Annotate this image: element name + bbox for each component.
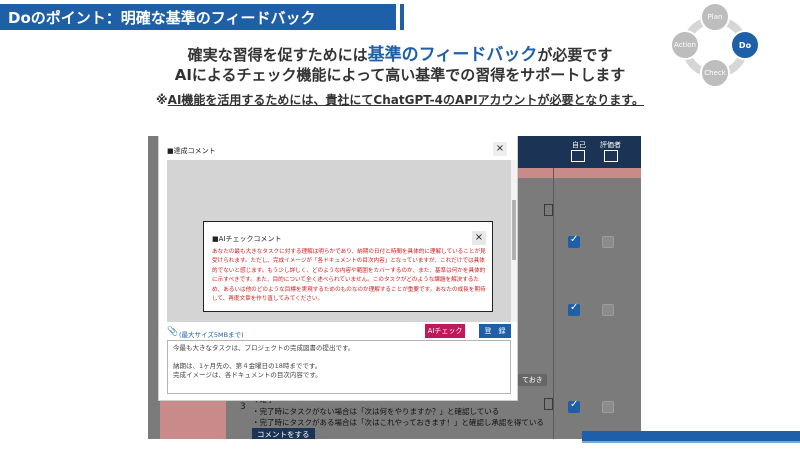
self-check-checkbox[interactable] bbox=[568, 302, 580, 316]
background-button[interactable]: ておき bbox=[518, 374, 547, 386]
app-screenshot: 自己 評価者 ておき 3 く確学 ・完了時にタスクがない場合は「次は何をやります… bbox=[148, 136, 641, 439]
column-evaluator-checkbox[interactable] bbox=[604, 150, 618, 162]
comment-button[interactable]: コメントをする bbox=[252, 428, 315, 439]
api-note: ※AI機能を活用するためには、貴社にてChatGPT-4のAPIアカウントが必要… bbox=[140, 91, 660, 108]
ai-popup-title: ■AIチェックコメント bbox=[212, 235, 282, 243]
modal-scrollbar[interactable] bbox=[511, 160, 517, 322]
ai-check-popup: ■AIチェックコメント × あなたの最も大きなタスクに対する理解は明らかであり、… bbox=[203, 221, 493, 312]
cycle-node-plan: Plan bbox=[700, 2, 730, 32]
scrollbar-thumb[interactable] bbox=[512, 200, 516, 260]
cycle-node-do: Do bbox=[730, 30, 760, 60]
comment-textarea[interactable]: 今最も大きなタスクは、プロジェクトの完成図書の提出です。 納期は、1ヶ月先の、第… bbox=[167, 340, 511, 394]
row-number: 3 bbox=[240, 402, 246, 412]
note-mark: ※ bbox=[156, 93, 168, 107]
modal-title: ■達成コメント bbox=[167, 147, 216, 155]
note-text: AI機能を活用するためには、貴社にてChatGPT-4のAPIアカウントが必要と… bbox=[167, 93, 644, 107]
evaluator-checkbox[interactable] bbox=[602, 304, 614, 316]
table-pink-strip bbox=[518, 168, 641, 178]
attach-size-hint: (最大サイズ5MBまで) bbox=[179, 331, 244, 339]
ai-popup-close-icon[interactable]: × bbox=[472, 231, 486, 245]
row-line2: ・完了時にタスクがある場合は「次はこれやっておきます！」と確認し承認を得ている bbox=[252, 418, 544, 427]
table-grid-line bbox=[553, 168, 554, 439]
ai-popup-body: あなたの最も大きなタスクに対する理解は明らかであり、納期の日付と時間を具体的に理… bbox=[212, 249, 486, 303]
slide-title: Doのポイント：明確な基準のフィードバック bbox=[8, 9, 316, 27]
column-evaluator-label: 評価者 bbox=[600, 141, 621, 149]
achievement-comment-modal: ■達成コメント × ■AIチェックコメント × あなたの最も大きなタスクに対する… bbox=[158, 136, 518, 401]
column-self-label: 自己 bbox=[572, 141, 586, 149]
headline-line1: 確実な習得を促すためには基準のフィードバックが必要です bbox=[130, 40, 670, 65]
bottom-accent-line bbox=[582, 441, 800, 443]
headline-line1-pre: 確実な習得を促すためには bbox=[187, 46, 368, 64]
pdca-cycle-diagram: Plan Do Check Action bbox=[668, 2, 764, 94]
bookmark-icon[interactable] bbox=[544, 204, 553, 216]
headline-line1-post: が必要です bbox=[537, 46, 613, 64]
cycle-node-action: Action bbox=[670, 30, 700, 60]
paperclip-icon[interactable]: 📎 bbox=[167, 327, 178, 337]
self-check-checkbox[interactable] bbox=[568, 234, 580, 248]
headline-highlight: 基準のフィードバック bbox=[367, 45, 538, 65]
headline-line2: AIによるチェック機能によって高い基準での習得をサポートします bbox=[174, 66, 626, 84]
row-line1: ・完了時にタスクがない場合は「次は何をやりますか？」と確認している bbox=[252, 407, 500, 416]
column-self-checkbox[interactable] bbox=[571, 150, 585, 162]
bottom-accent-bar bbox=[582, 431, 800, 441]
register-button[interactable]: 登 録 bbox=[479, 324, 511, 338]
slide-title-bar: Doのポイント：明確な基準のフィードバック bbox=[0, 4, 404, 30]
self-check-checkbox[interactable] bbox=[568, 399, 580, 413]
cycle-node-check: Check bbox=[700, 58, 730, 88]
evaluator-checkbox[interactable] bbox=[602, 401, 614, 413]
bookmark-icon[interactable] bbox=[544, 398, 553, 410]
ai-check-button[interactable]: AIチェック bbox=[425, 324, 465, 338]
modal-close-icon[interactable]: × bbox=[493, 142, 507, 156]
evaluator-checkbox[interactable] bbox=[602, 236, 614, 248]
